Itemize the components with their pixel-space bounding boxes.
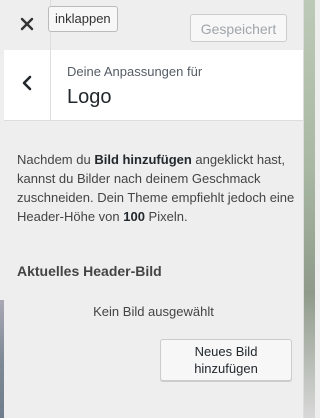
- description-bold-1: Bild hinzufügen: [94, 152, 192, 167]
- background-preview-strip: [303, 0, 315, 418]
- section-subtitle: Deine Anpassungen für: [67, 64, 203, 79]
- close-button[interactable]: [4, 0, 51, 50]
- chevron-left-icon: [22, 75, 32, 96]
- header-image-description: Nachdem du Bild hinzufügen angeklickt ha…: [17, 150, 297, 226]
- section-title: Logo: [67, 86, 112, 108]
- close-icon: [20, 15, 34, 36]
- no-image-placeholder: Kein Bild ausgewählt: [93, 304, 214, 319]
- current-header-title: Aktuelles Header-Bild: [17, 263, 162, 279]
- section-header: Deine Anpassungen für Logo: [4, 50, 303, 121]
- add-new-image-button[interactable]: Neues Bild hinzufügen: [160, 339, 292, 381]
- back-button[interactable]: [4, 50, 51, 120]
- description-text-1: Nachdem du: [17, 152, 95, 167]
- collapse-button[interactable]: inklappen: [48, 6, 118, 32]
- panel-footer: [4, 408, 303, 418]
- description-bold-2: 100: [123, 209, 145, 224]
- description-text-3: Pixeln.: [144, 209, 188, 224]
- customizer-topbar: inklappen Gespeichert: [4, 0, 303, 51]
- saved-button[interactable]: Gespeichert: [190, 14, 287, 42]
- customizer-sidebar: inklappen Gespeichert Deine Anpassungen …: [4, 0, 304, 418]
